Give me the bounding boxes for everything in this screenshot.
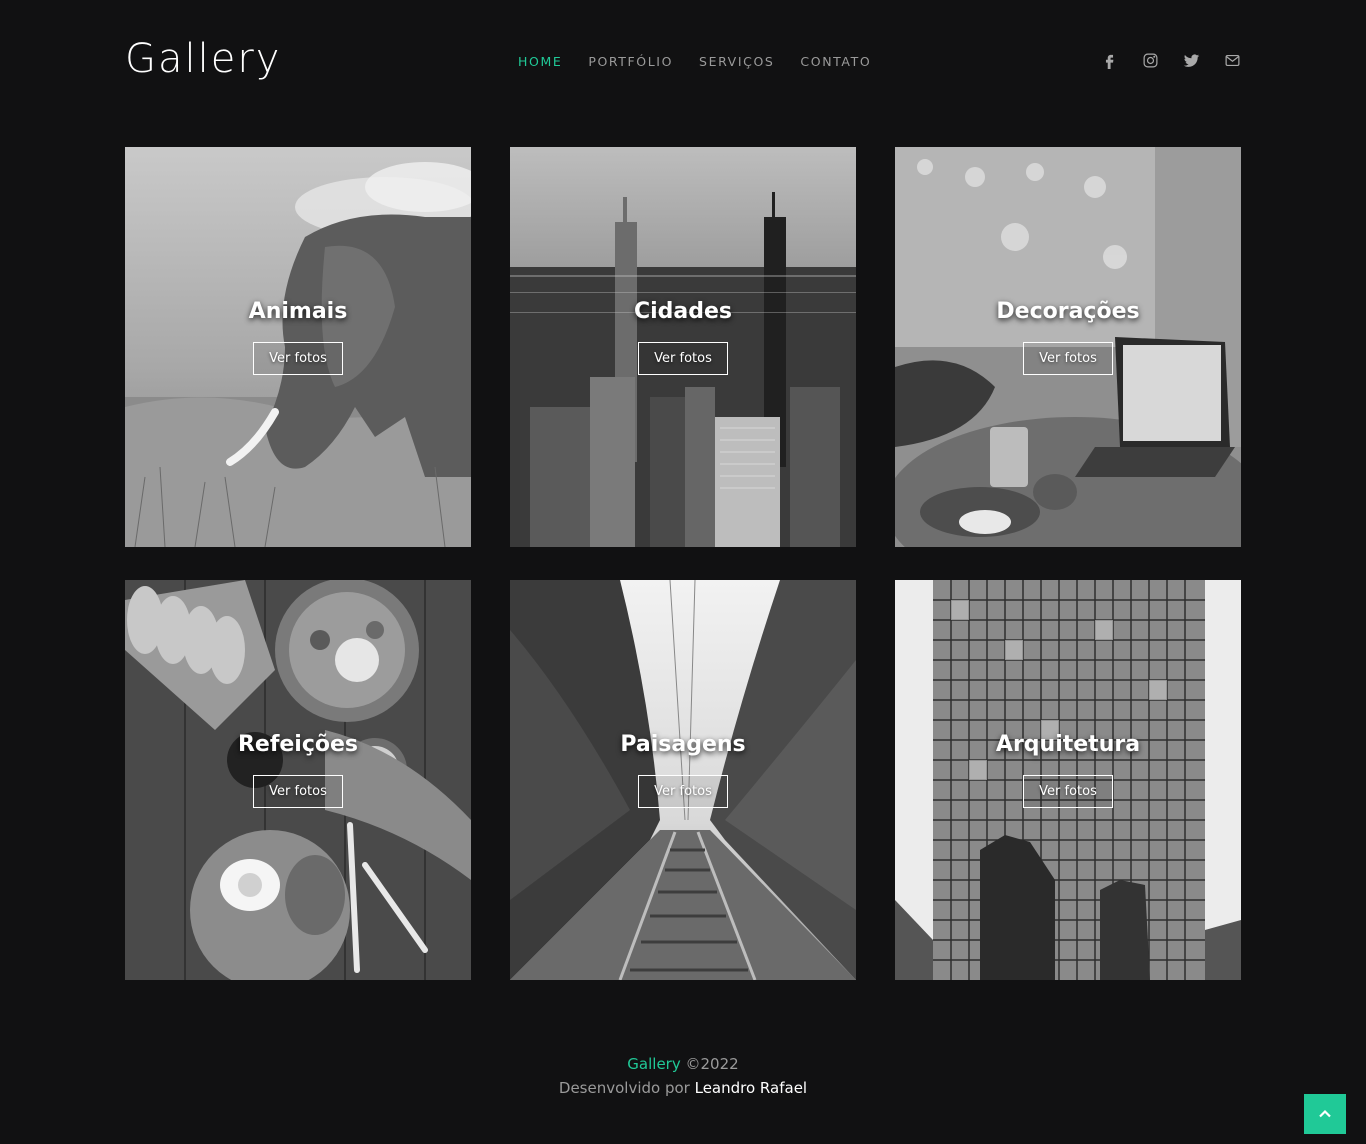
card-title: Paisagens [620,732,746,757]
footer-brand[interactable]: Gallery [627,1055,680,1073]
card-caption: Cidades Ver fotos [510,299,856,375]
site-header: Gallery HOME PORTFÓLIO SERVIÇOS CONTATO [125,30,1241,94]
gallery-card-paisagens[interactable]: Paisagens Ver fotos [510,580,856,980]
footer-copyright: ©2022 [685,1055,739,1073]
gallery-card-refeicoes[interactable]: Refeições Ver fotos [125,580,471,980]
footer-copyright-line: Gallery ©2022 [0,1052,1366,1076]
nav-servicos[interactable]: SERVIÇOS [699,54,774,69]
twitter-icon[interactable] [1183,52,1200,69]
ver-fotos-button[interactable]: Ver fotos [1023,342,1113,375]
site-logo[interactable]: Gallery [125,36,281,82]
chevron-up-icon [1319,1109,1331,1118]
site-footer: Gallery ©2022 Desenvolvido por Leandro R… [0,1052,1366,1100]
card-caption: Refeições Ver fotos [125,732,471,808]
ver-fotos-button[interactable]: Ver fotos [638,342,728,375]
nav-contato[interactable]: CONTATO [800,54,871,69]
gallery-card-decoracoes[interactable]: Decorações Ver fotos [895,147,1241,547]
card-caption: Animais Ver fotos [125,299,471,375]
facebook-icon[interactable] [1101,52,1118,69]
footer-credit-line: Desenvolvido por Leandro Rafael [0,1076,1366,1100]
card-title: Refeições [237,732,359,757]
instagram-icon[interactable] [1142,52,1159,69]
card-title: Decorações [996,299,1140,324]
ver-fotos-button[interactable]: Ver fotos [1023,775,1113,808]
ver-fotos-button[interactable]: Ver fotos [253,775,343,808]
nav-portfolio[interactable]: PORTFÓLIO [588,54,673,69]
card-title: Animais [248,299,348,324]
card-caption: Paisagens Ver fotos [510,732,856,808]
ver-fotos-button[interactable]: Ver fotos [638,775,728,808]
back-to-top-button[interactable] [1304,1094,1346,1134]
footer-author[interactable]: Leandro Rafael [695,1079,807,1097]
card-caption: Arquitetura Ver fotos [895,732,1241,808]
footer-developed-by: Desenvolvido por [558,1079,690,1097]
ver-fotos-button[interactable]: Ver fotos [253,342,343,375]
gallery-grid: Animais Ver fotos Cidades Ver fotos Deco… [125,147,1241,980]
card-title: Arquitetura [995,732,1141,757]
envelope-icon[interactable] [1224,52,1241,69]
gallery-card-animais[interactable]: Animais Ver fotos [125,147,471,547]
gallery-card-cidades[interactable]: Cidades Ver fotos [510,147,856,547]
card-title: Cidades [633,299,733,324]
social-links [1101,52,1241,69]
main-nav: HOME PORTFÓLIO SERVIÇOS CONTATO [518,54,871,69]
gallery-card-arquitetura[interactable]: Arquitetura Ver fotos [895,580,1241,980]
nav-home[interactable]: HOME [518,54,562,69]
card-caption: Decorações Ver fotos [895,299,1241,375]
